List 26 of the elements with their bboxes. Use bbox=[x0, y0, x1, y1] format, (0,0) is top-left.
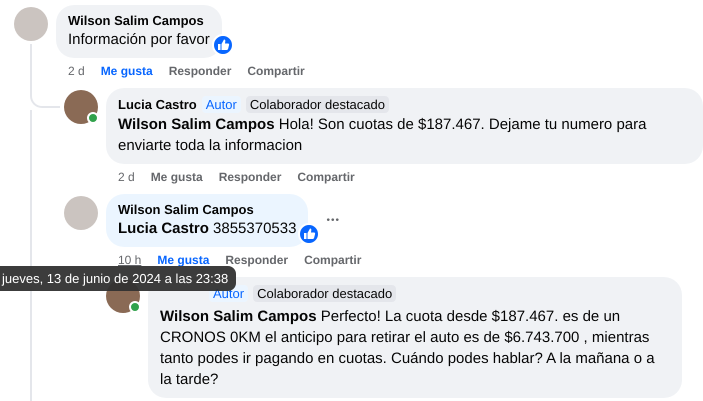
author-name[interactable]: Lucia Castro bbox=[118, 97, 197, 112]
comment-action-link[interactable]: Me gusta bbox=[157, 253, 210, 267]
comment-action-link[interactable]: Compartir bbox=[297, 170, 355, 184]
thumbs-up-icon[interactable] bbox=[212, 34, 234, 56]
timestamp-link[interactable]: 2 d bbox=[118, 170, 135, 184]
thumbs-up-icon[interactable] bbox=[298, 223, 320, 245]
author-name[interactable]: Wilson Salim Campos bbox=[118, 202, 254, 217]
role-label: Colaborador destacado bbox=[253, 285, 396, 302]
timestamp-link[interactable]: 10 h bbox=[118, 253, 142, 267]
role-label: Autor bbox=[202, 96, 241, 113]
comment-action-link[interactable]: Compartir bbox=[247, 64, 305, 78]
comment-text: Wilson Salim Campos Hola! Son cuotas de $187.467. Dejame tu numero para enviarte toda la informacion bbox=[118, 115, 648, 156]
comment-action-link[interactable]: Compartir bbox=[304, 253, 362, 267]
timestamp-link[interactable]: 2 d bbox=[68, 64, 85, 78]
comment-action-link[interactable]: Me gusta bbox=[150, 170, 203, 184]
comment-text: Lucia Castro 3855370533 bbox=[118, 219, 296, 239]
comment-text: Información por favor bbox=[68, 30, 210, 50]
comment-text: Wilson Salim Campos Perfecto! La cuota desde $187.467. es de un CRONOS 0KM el anticipo para retirar el auto es de $6.743.700 , mientras tanto podes ir pagando en cuotas. Cuándo podes hablar? A la mañana o a la tarde? bbox=[160, 307, 656, 390]
comment-action-link[interactable]: Responder bbox=[225, 253, 288, 267]
timestamp-tooltip: jueves, 13 de junio de 2024 a las 23:38 bbox=[0, 266, 236, 291]
more-options-button[interactable]: ••• bbox=[326, 215, 340, 226]
role-label: Colaborador destacado bbox=[246, 96, 389, 113]
comment-action-link[interactable]: Responder bbox=[218, 170, 282, 184]
comment-action-link[interactable]: Responder bbox=[168, 64, 232, 78]
author-name[interactable]: Wilson Salim Campos bbox=[68, 13, 204, 28]
comment-action-link[interactable]: Me gusta bbox=[100, 64, 153, 78]
